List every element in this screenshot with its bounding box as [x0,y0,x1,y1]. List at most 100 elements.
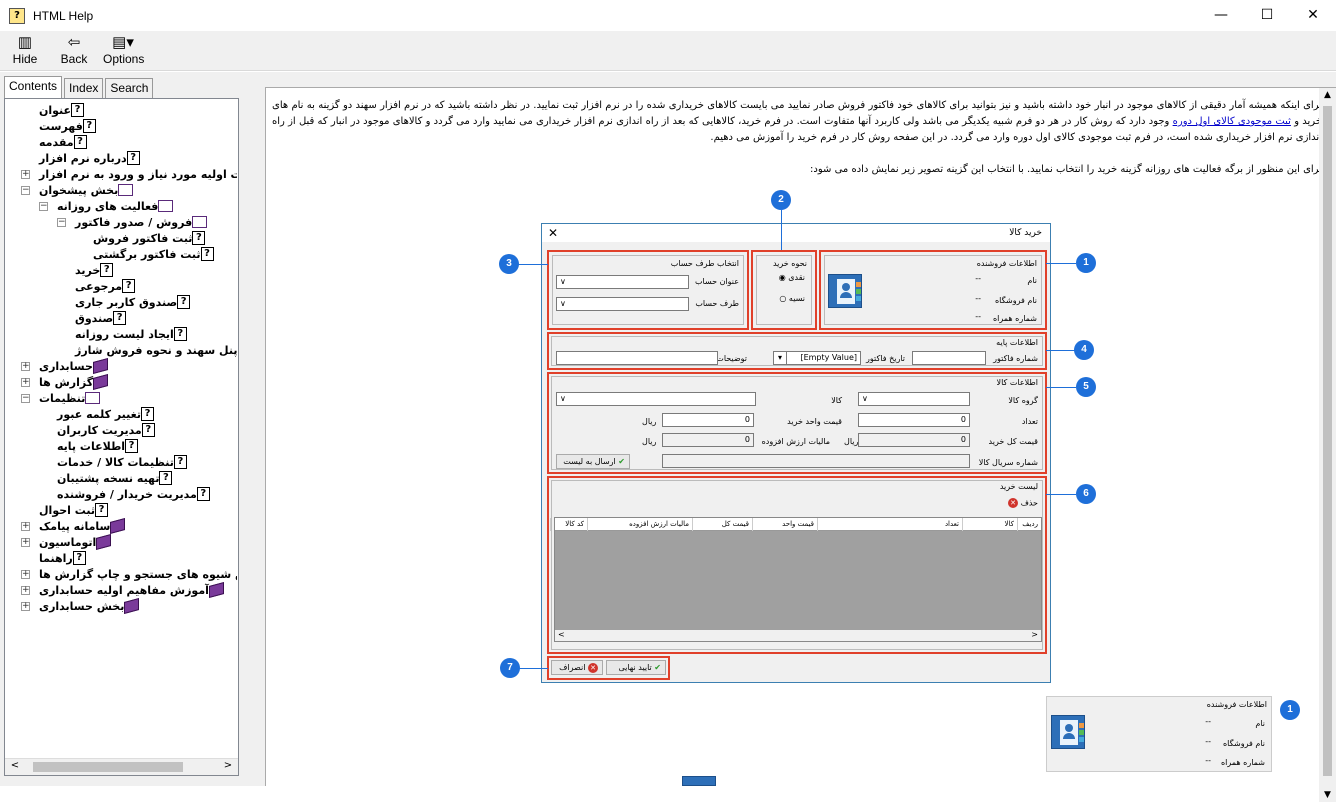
tree-item[interactable]: ? صندوق کاربر جاری [75,294,193,310]
expand-icon[interactable]: + [21,586,30,595]
opening-stock-link[interactable]: ثبت موجودی کالای اول دوره [1173,116,1291,127]
tree-item[interactable]: ? اطلاعات پایه [57,438,141,454]
tree-item[interactable]: تنظیمات [39,390,103,406]
tree-item[interactable]: ? ثبت احوال [39,502,111,518]
purchase-list-title: لیست خرید [999,482,1038,491]
tree-item-label: صندوق کاربر جاری [75,295,178,309]
tree-item[interactable]: آموزش مفاهیم اولیه حسابداری [39,581,227,599]
grid-column-header[interactable]: کالا [962,518,1017,531]
invoice-no-input[interactable] [912,351,986,365]
tree-item[interactable]: حسابداری [39,357,111,375]
tree-item[interactable]: ? مدیریت کاربران [57,422,158,438]
tab-contents[interactable]: Contents [4,76,63,98]
expand-icon[interactable]: + [21,570,30,579]
minimize-button[interactable]: — [1198,0,1244,31]
radio-credit[interactable]: نسیه ○ [779,294,805,303]
tree-item[interactable]: ? مرجوعی [75,278,138,294]
tree-item-label: تنظیمات [39,391,86,405]
expand-icon[interactable]: + [21,538,30,547]
tree-item[interactable]: فعالیت های روزانه [57,198,176,214]
grid-column-header[interactable]: ردیف [1017,518,1041,531]
radio-cash[interactable]: نقدی ◉ [779,273,805,282]
scroll-right-icon[interactable]: > [1031,630,1038,639]
grid-column-header[interactable]: مالیات ارزش افزوده [587,518,692,531]
tree-item[interactable]: ? تنظیمات کالا / خدمات [57,454,190,470]
help-topic-icon: ? [192,231,206,245]
vertical-scrollbar[interactable]: ▲ ▼ [1319,88,1336,802]
scroll-left-icon[interactable]: < [558,630,565,639]
confirm-button[interactable]: ✔ تایید نهایی [606,660,666,675]
tree-item[interactable]: ? عنوان [39,102,87,118]
tree-item[interactable]: ? مقدمه [39,134,90,150]
tree-item[interactable]: بخش حسابداری [39,597,142,615]
tree-item[interactable]: بخش پیشخوان [39,182,136,198]
grid-column-header[interactable]: تعداد [817,518,962,531]
horizontal-scrollbar[interactable]: < > [5,758,238,775]
description-input[interactable] [556,351,718,365]
scroll-thumb-v[interactable] [1323,106,1332,776]
tree-item[interactable]: اتوماسیون [39,533,114,551]
tree-item[interactable]: اطلاعات اولیه مورد نیاز و ورود به نرم اف… [39,166,237,182]
scroll-up-icon[interactable]: ▲ [1319,90,1336,100]
tree-item[interactable]: فروش / صدور فاکتور [75,214,210,230]
scroll-right-icon[interactable]: > [220,760,236,771]
tree-item[interactable]: ? فهرست [39,118,99,134]
collapse-icon[interactable]: − [21,186,30,195]
back-button[interactable]: ⇦ Back [60,34,88,66]
grid-column-header[interactable]: قیمت واحد [752,518,817,531]
tree-item-label: فعالیت های روزانه [57,199,159,213]
collapse-icon[interactable]: − [57,218,66,227]
tab-search[interactable]: Search [105,78,154,98]
grid-column-header[interactable]: قیمت کل [692,518,752,531]
dialog-close-icon[interactable]: ✕ [548,224,558,242]
goods-group-select[interactable]: ∨ [858,392,970,406]
tree-item[interactable]: گزارش ها [39,373,111,391]
tab-index[interactable]: Index [64,78,104,98]
delete-button[interactable]: حذف ✕ [1008,498,1038,508]
grid-hscrollbar[interactable]: < > [555,630,1041,641]
tree-item[interactable]: ? تغییر کلمه عبور [57,406,157,422]
unit-price-input[interactable]: 0 [662,413,754,427]
tree-item[interactable]: ?معرفی پنل سهند و نحوه فروش شارژ [75,342,237,358]
item-select[interactable]: ∨ [556,392,756,406]
tree-item-label: گزارش ها [39,375,94,389]
tree-item[interactable]: ? ثبت فاکتور فروش [93,230,208,246]
collapse-icon[interactable]: − [39,202,48,211]
expand-icon[interactable]: + [21,170,30,179]
party-select[interactable]: ∨ [556,297,689,311]
tree-item[interactable]: ? تهیه نسخه پشتیبان [57,470,175,486]
cancel-button[interactable]: ✕ انصراف [551,660,603,675]
open-book-icon [85,392,101,404]
hide-button[interactable]: ▥ Hide [12,34,38,66]
tree-item-label: بخش پیشخوان [39,183,119,197]
purchase-grid[interactable]: ردیف کالا تعداد قیمت واحد قیمت کل مالیات ارزش… [550,517,1042,642]
maximize-button[interactable]: ☐ [1244,0,1290,31]
scroll-down-icon[interactable]: ▼ [1319,790,1336,800]
date-dropdown-icon[interactable]: ▾ [773,351,787,365]
serial-label: شماره سریال کالا [978,458,1038,467]
tree-item[interactable]: ? خرید [75,262,116,278]
tree-item[interactable]: ? صندوق [75,310,129,326]
tree-item[interactable]: آموزش شیوه های جستجو و چاپ گزارش ها [39,566,237,582]
tree-item[interactable]: ? مدیریت خریدار / فروشنده [57,486,213,502]
expand-icon[interactable]: + [21,362,30,371]
expand-icon[interactable]: + [21,378,30,387]
scroll-left-icon[interactable]: < [7,760,23,771]
qty-input[interactable]: 0 [858,413,970,427]
tree-item[interactable]: ? ایجاد لیست روزانه [75,326,190,342]
contact-card-icon[interactable] [828,274,862,308]
options-button[interactable]: ▤▾ Options [103,34,144,66]
expand-icon[interactable]: + [21,522,30,531]
account-title-select[interactable]: ∨ [556,275,689,289]
grid-column-header[interactable]: کد کالا [550,518,587,531]
close-button[interactable]: ✕ [1290,0,1336,31]
tree-item[interactable]: ? درباره نرم افزار [39,150,143,166]
base-info-group: اطلاعات پایه شماره فاکتور تاریخ فاکتور [… [547,332,1047,370]
send-to-list-button[interactable]: ✔ ارسال به لیست [556,454,630,469]
expand-icon[interactable]: + [21,602,30,611]
tree-item[interactable]: ? راهنما [39,550,89,566]
scroll-thumb[interactable] [33,762,183,772]
collapse-icon[interactable]: − [21,394,30,403]
tree-item[interactable]: ? ثبت فاکتور برگشتی [93,246,217,262]
tree-item[interactable]: سامانه پیامک [39,517,128,535]
